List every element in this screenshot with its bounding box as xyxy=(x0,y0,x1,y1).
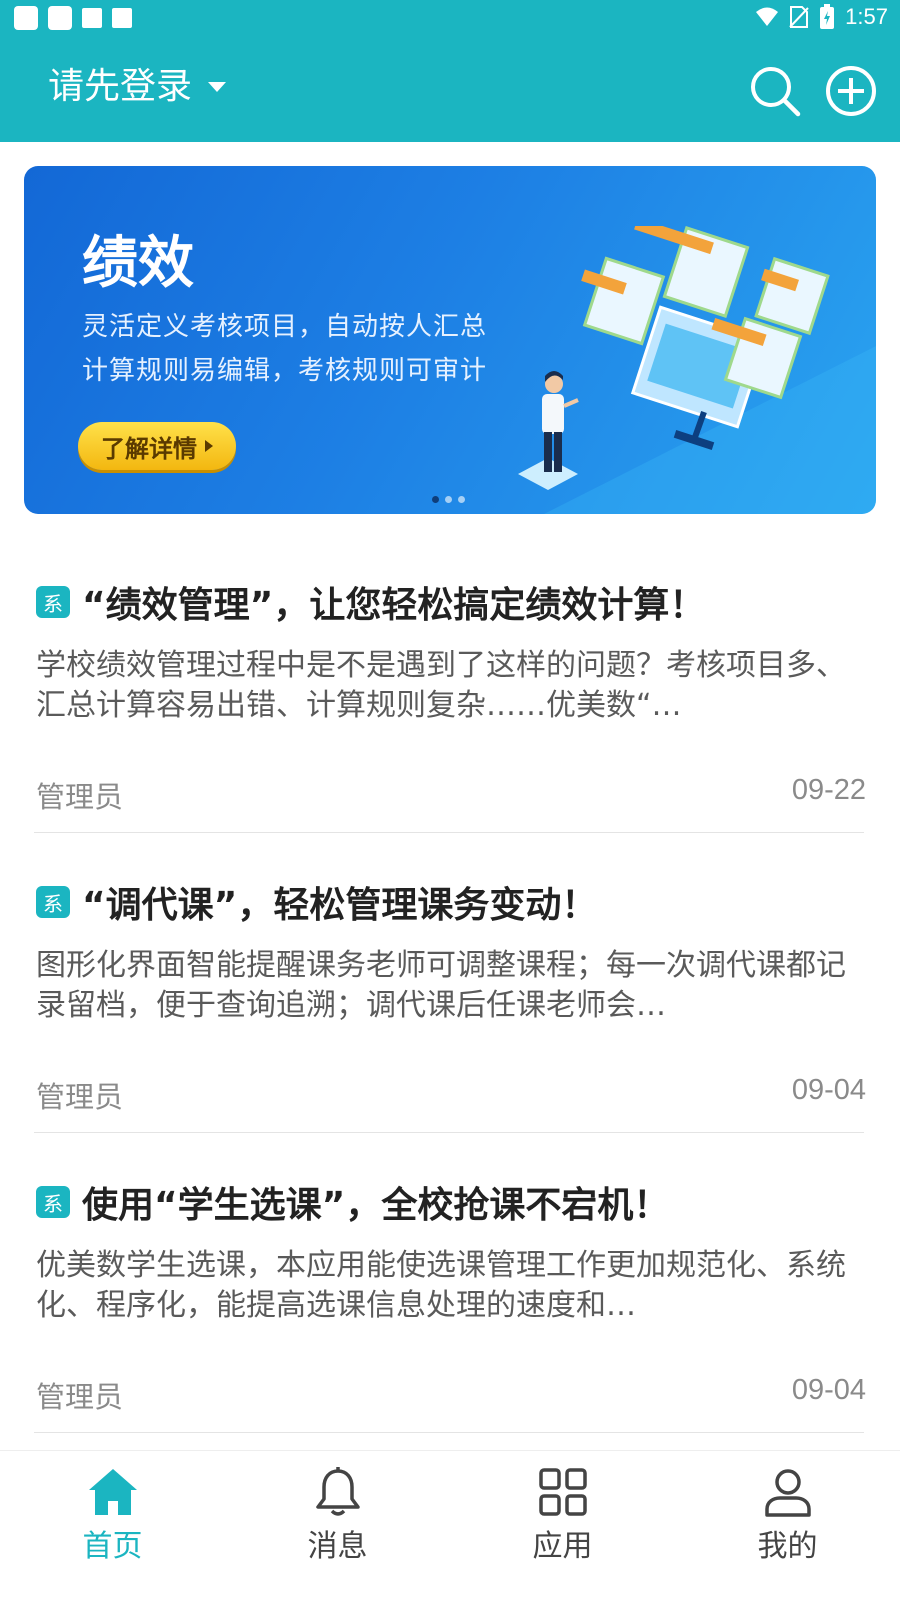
nav-messages-label: 消息 xyxy=(307,1529,368,1564)
banner-carousel[interactable]: 绩效 灵活定义考核项目，自动按人汇总 计算规则易编辑，考核规则可审计 了解详情 xyxy=(24,166,876,514)
article-author: 管理员 xyxy=(36,780,124,814)
nav-profile[interactable]: 我的 xyxy=(675,1451,900,1601)
article-title: “绩效管理”，让您轻松搞定绩效计算！ xyxy=(82,585,706,626)
article-date: 09-22 xyxy=(791,774,866,806)
article-date: 09-04 xyxy=(791,1374,866,1406)
article-summary: 图形化界面智能提醒课务老师可调整课程；每一次调代课都记录留档，便于查询追溯；调代… xyxy=(36,948,846,1023)
status-bar: 1:57 xyxy=(0,0,900,36)
banner-subtitle-line: 灵活定义考核项目，自动按人汇总 xyxy=(82,312,488,342)
carousel-dot[interactable] xyxy=(432,496,439,503)
article-author: 管理员 xyxy=(36,1380,124,1414)
nav-home-label: 首页 xyxy=(82,1529,143,1564)
wifi-icon xyxy=(756,7,779,26)
nav-profile-label: 我的 xyxy=(757,1529,818,1564)
bell-icon xyxy=(316,1467,360,1516)
article-item[interactable]: 系 “调代课”，轻松管理课务变动！ 图形化界面智能提醒课务老师可调整课程；每一次… xyxy=(36,876,866,1114)
text-notification-icon xyxy=(112,8,132,28)
article-author: 管理员 xyxy=(36,1080,124,1114)
nav-messages[interactable]: 消息 xyxy=(225,1451,450,1601)
system-badge: 系 xyxy=(36,886,70,918)
nav-apps-label: 应用 xyxy=(532,1529,593,1564)
no-sim-icon xyxy=(789,6,809,28)
system-badge: 系 xyxy=(36,1186,70,1218)
divider xyxy=(34,1432,864,1433)
apps-grid-icon xyxy=(539,1468,587,1516)
learn-more-button[interactable]: 了解详情 xyxy=(78,422,236,470)
banner-subtitle-line: 计算规则易编辑，考核规则可审计 xyxy=(82,356,488,386)
article-item[interactable]: 系 使用“学生选课”，全校抢课不宕机！ 优美数学生选课，本应用能使选课管理工作更… xyxy=(36,1176,866,1414)
banner-title: 绩效 xyxy=(82,231,194,296)
bottom-navigation: 首页 消息 应用 我的 xyxy=(0,1450,900,1601)
divider xyxy=(34,1132,864,1133)
notification-app-icon xyxy=(48,6,72,30)
clock: 1:57 xyxy=(845,4,888,29)
carousel-dot[interactable] xyxy=(458,496,465,503)
image-notification-icon xyxy=(82,8,102,28)
notification-app-icon xyxy=(14,6,38,30)
learn-more-label: 了解详情 xyxy=(101,434,197,463)
login-prompt-label: 请先登录 xyxy=(48,66,193,107)
system-badge: 系 xyxy=(36,586,70,618)
search-icon[interactable] xyxy=(748,64,802,118)
divider xyxy=(34,832,864,833)
play-arrow-icon xyxy=(205,440,213,452)
add-circle-icon[interactable] xyxy=(824,64,878,118)
article-title: 使用“学生选课”，全校抢课不宕机！ xyxy=(82,1185,670,1226)
login-dropdown[interactable]: 请先登录 xyxy=(48,64,227,110)
article-summary: 学校绩效管理过程中是不是遇到了这样的问题？考核项目多、汇总计算容易出错、计算规则… xyxy=(36,648,846,723)
home-icon xyxy=(89,1469,137,1515)
nav-home[interactable]: 首页 xyxy=(0,1451,225,1601)
profile-icon xyxy=(765,1469,811,1517)
notification-icons xyxy=(14,6,132,30)
article-date: 09-04 xyxy=(791,1074,866,1106)
carousel-dot[interactable] xyxy=(445,496,452,503)
caret-down-icon xyxy=(208,82,227,92)
article-item[interactable]: 系 “绩效管理”，让您轻松搞定绩效计算！ 学校绩效管理过程中是不是遇到了这样的问… xyxy=(36,576,866,814)
nav-apps[interactable]: 应用 xyxy=(450,1451,675,1601)
article-title: “调代课”，轻松管理课务变动！ xyxy=(82,885,598,926)
battery-icon xyxy=(820,4,835,29)
app-bar: 请先登录 xyxy=(0,36,900,142)
carousel-indicator[interactable] xyxy=(432,496,465,503)
performance-illustration xyxy=(518,226,876,514)
article-summary: 优美数学生选课，本应用能使选课管理工作更加规范化、系统化、程序化，能提高选课信息… xyxy=(36,1248,846,1323)
